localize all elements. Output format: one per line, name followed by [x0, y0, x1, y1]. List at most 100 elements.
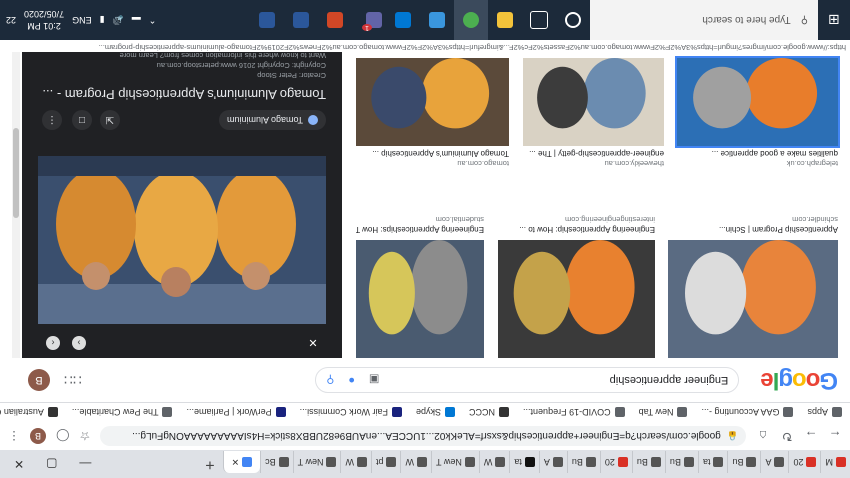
result-caption[interactable]: Engineering Apprenticeships: How To ... [356, 225, 484, 234]
tab-label: Bu [732, 457, 744, 467]
browser-tab[interactable]: A [760, 451, 789, 473]
result-caption[interactable]: Engineering Apprenticeship: How to ... [498, 225, 655, 234]
outlook-icon[interactable] [386, 0, 420, 40]
result-caption[interactable]: Tomago Aluminium's Apprenticeship ... [356, 149, 509, 158]
word-icon[interactable] [284, 0, 318, 40]
browser-tab[interactable]: Bc [260, 451, 293, 473]
chrome-glyph-icon [463, 12, 479, 28]
profile-avatar-small[interactable]: B [30, 428, 46, 444]
browser-tab[interactable]: Bu [727, 451, 761, 473]
taskbar-search[interactable]: ⚲ Type here to search [590, 0, 818, 40]
bookmark-item[interactable]: NCCC [469, 407, 510, 418]
preview-title[interactable]: Tomago Aluminium's Apprenticeship Progra… [42, 87, 326, 102]
search-query[interactable]: Engineer apprenticeship [379, 374, 729, 386]
browser-tab[interactable]: pt [370, 451, 401, 473]
preview-image[interactable] [38, 156, 326, 324]
mic-icon[interactable]: ● [348, 374, 355, 386]
bookmark-item[interactable]: The Pew Charitable... [72, 407, 173, 418]
search-icon[interactable]: ⚲ [326, 374, 334, 387]
save-icon[interactable]: □ [72, 110, 92, 130]
preview-license-note[interactable]: Want to know where this information come… [120, 51, 326, 60]
result-thumbnail[interactable] [668, 240, 838, 358]
result-domain: interestingengineering.com [564, 215, 655, 224]
share-icon[interactable]: ⇲ [100, 110, 120, 130]
browser-tab[interactable]: Bu [566, 451, 600, 473]
chrome-icon[interactable] [454, 0, 488, 40]
bookmark-item[interactable]: PerWork | Parliame... [186, 407, 286, 418]
search-box[interactable]: Engineer apprenticeship ▣ ● ⚲ [315, 367, 740, 393]
word-2-icon[interactable] [250, 0, 284, 40]
result-thumbnail[interactable] [356, 58, 509, 146]
result-caption[interactable]: qualities make a good apprentice ... [677, 149, 838, 158]
back-arrow-icon[interactable]: ← [828, 429, 842, 444]
browser-tab[interactable]: Bu [664, 451, 698, 473]
language-indicator[interactable]: ENG [72, 15, 92, 25]
browser-tab[interactable]: New T [292, 451, 341, 473]
tab-favicon-icon [683, 457, 694, 467]
network-icon[interactable]: ▬ [132, 15, 141, 25]
clock[interactable]: 2:01 PM 7/05/2020 [24, 8, 64, 32]
browser-tab[interactable]: M [820, 451, 850, 473]
bookmark-item[interactable]: New Tab [639, 407, 688, 418]
powerpoint-icon[interactable] [318, 0, 352, 40]
browser-tab[interactable]: ta [509, 451, 539, 473]
bookmark-item[interactable]: Australian Governm... [0, 407, 58, 418]
profile-avatar[interactable]: B [28, 369, 50, 391]
result-thumbnail[interactable] [523, 58, 664, 146]
windows-start-icon[interactable]: ⊞ [818, 12, 850, 29]
file-explorer-icon[interactable] [488, 0, 522, 40]
result-caption[interactable]: Apprenticeship Program | Schin... [668, 225, 838, 234]
google-logo[interactable]: Google [761, 366, 838, 394]
result-caption[interactable]: engineer-apprenticeship-getty | The ... [523, 149, 664, 158]
more-options-icon[interactable]: ⋮ [42, 110, 62, 130]
menu-kebab-icon[interactable]: ⋮ [8, 429, 20, 443]
scrollbar-thumb[interactable] [13, 128, 19, 218]
tab-label: New T [436, 457, 462, 467]
result-thumbnail[interactable] [356, 240, 484, 358]
browser-tab[interactable]: W [478, 451, 510, 473]
source-chip[interactable]: Tomago Aluminium [218, 110, 326, 130]
chevron-up-icon[interactable]: ⌃ [149, 15, 157, 26]
bookmark-item[interactable]: Skype [416, 407, 456, 418]
extension-icon[interactable]: ◯ [56, 429, 69, 443]
bookmark-item[interactable]: Apps [807, 407, 842, 418]
browser-tab[interactable]: W [400, 451, 431, 473]
active-tab[interactable]: ✕ [222, 451, 261, 473]
browser-tab[interactable]: A [538, 451, 567, 473]
browser-tab[interactable]: ta [697, 451, 728, 473]
task-view-icon[interactable] [522, 0, 556, 40]
browser-tab[interactable]: W [340, 451, 371, 473]
next-arrow-icon[interactable]: › [72, 336, 86, 350]
battery-icon[interactable]: ▮ [100, 15, 105, 26]
edge-icon[interactable] [420, 0, 454, 40]
tab-close-icon[interactable]: ✕ [232, 457, 240, 468]
tab-favicon-icon [836, 457, 846, 467]
close-window-button[interactable]: ✕ [14, 457, 24, 471]
browser-tab[interactable]: Bu [631, 451, 665, 473]
bookmark-item[interactable]: GAA Accounting -... [701, 407, 794, 418]
browser-tab[interactable]: 20 [788, 451, 821, 473]
minimize-button[interactable]: — [79, 457, 91, 471]
result-thumbnail[interactable] [498, 240, 655, 358]
prev-arrow-icon[interactable]: ‹ [46, 336, 60, 350]
camera-icon[interactable]: ▣ [369, 374, 379, 387]
bookmark-item[interactable]: COVID-19 Frequent... [523, 407, 625, 418]
browser-tab[interactable]: 20 [599, 451, 632, 473]
home-icon[interactable]: ⌂ [756, 429, 770, 444]
new-tab-button[interactable]: + [205, 455, 214, 473]
notifications-badge[interactable]: 22 [6, 15, 16, 25]
bookmark-star-icon[interactable]: ☆ [79, 429, 90, 443]
bookmark-item[interactable]: Fair Work Commissi... [300, 407, 403, 418]
volume-icon[interactable]: 🔊 [113, 15, 124, 26]
close-icon[interactable]: ✕ [306, 336, 320, 350]
maximize-button[interactable]: ▢ [46, 457, 57, 471]
browser-tab[interactable]: New T [431, 451, 479, 473]
forward-arrow-icon[interactable]: → [804, 429, 818, 444]
reload-icon[interactable]: ↻ [780, 428, 794, 444]
scrollbar[interactable] [12, 52, 20, 358]
teams-icon[interactable]: 1 [352, 0, 386, 40]
result-thumbnail[interactable] [675, 56, 840, 148]
address-bar[interactable]: 🔒 google.com/search?q=Engineer+apprentic… [100, 426, 746, 446]
cortana-icon[interactable] [556, 0, 590, 40]
google-apps-icon[interactable]: ∷∷ [64, 372, 82, 389]
